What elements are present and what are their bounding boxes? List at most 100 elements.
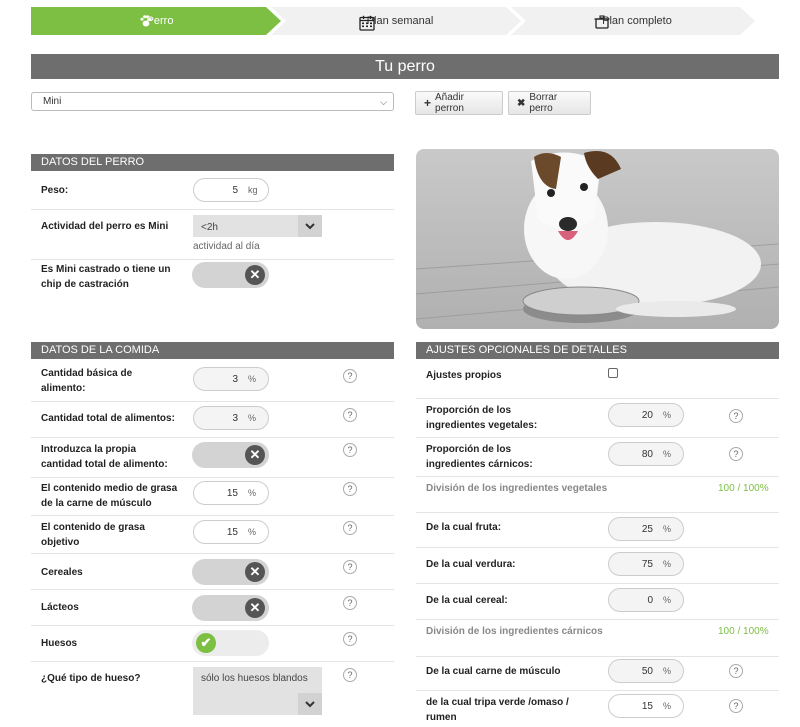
muscle-fat-input[interactable]: 15 % [193,481,269,505]
plus-icon: + [424,96,432,110]
muscle-fat-unit: % [248,488,257,498]
veg-proportion-input[interactable]: 20 % [608,403,684,427]
meat-proportion-label: Proporción de los ingredientes cárnicos: [426,444,533,470]
total-food-input[interactable]: 3 % [193,406,269,430]
close-icon: ✕ [245,445,265,465]
bones-toggle[interactable]: ✔ [192,630,269,656]
help-icon[interactable]: ? [343,482,357,496]
own-settings-checkbox[interactable] [608,368,618,378]
muscle-fat-value: 15 [226,487,238,499]
castrated-label: Es Mini castrado o tiene un chip de cast… [41,264,171,290]
cereal-label: De la cual cereal: [426,595,508,606]
activity-value: <2h [201,222,218,233]
veg-proportion-value: 20 [641,409,653,421]
bone-type-dropdown[interactable]: sólo los huesos blandos [193,667,322,715]
help-icon[interactable]: ? [343,596,357,610]
tripe-value: 15 [641,700,653,712]
delete-dog-button-label: Borrar perro [529,92,558,114]
meat-split-label: División de los ingredientes cárnicos [426,626,603,637]
cereal-input[interactable]: 0 % [608,588,684,612]
help-icon[interactable]: ? [343,443,357,457]
close-icon: ✕ [245,562,265,582]
help-icon[interactable]: ? [343,408,357,422]
food-row-label: Huesos [41,638,78,649]
food-row-label: Cantidad total de alimentos: [41,413,175,424]
castrated-toggle[interactable]: ✕ [192,262,269,288]
weight-unit: kg [248,185,258,195]
cereals-toggle[interactable]: ✕ [192,559,269,585]
help-icon[interactable]: ? [729,664,743,678]
vegetable-input[interactable]: 75 % [608,552,684,576]
chevron-down-icon [298,693,322,715]
food-row-label: ¿Qué tipo de hueso? [41,673,141,684]
muscle-input[interactable]: 50 % [608,659,684,683]
fruit-input[interactable]: 25 % [608,517,684,541]
dairy-toggle[interactable]: ✕ [192,595,269,621]
close-icon: ✖ [517,97,526,109]
vegetable-value: 75 [641,558,653,570]
help-icon[interactable]: ? [729,447,743,461]
cereal-unit: % [663,595,672,605]
help-icon[interactable]: ? [729,699,743,713]
dog-data-header: DATOS DEL PERRO [31,154,394,171]
basic-food-input[interactable]: 3 % [193,367,269,391]
vegetable-label: De la cual verdura: [426,559,516,570]
step-plan-completo-label: Plan completo [602,15,672,27]
chevron-down-icon: ⌵ [380,97,387,107]
meat-proportion-unit: % [663,449,672,459]
help-icon[interactable]: ? [729,409,743,423]
muscle-value: 50 [641,665,653,677]
page-title: Tu perro [31,54,779,79]
veg-split-label: División de los ingredientes vegetales [426,483,608,494]
cereal-value: 0 [647,594,653,606]
weight-value: 5 [232,184,238,196]
help-icon[interactable]: ? [343,369,357,383]
fruit-label: De la cual fruta: [426,522,502,533]
own-total-food-toggle[interactable]: ✕ [192,442,269,468]
help-icon[interactable]: ? [343,521,357,535]
food-row-label: Lácteos [41,602,79,613]
chevron-down-icon [298,215,322,237]
own-settings-label: Ajustes propios [426,370,502,381]
activity-hint: actividad al día [193,241,260,252]
total-food-unit: % [248,413,257,423]
muscle-unit: % [663,666,672,676]
dog-select[interactable]: Mini ⌵ [31,92,394,111]
muscle-label: De la cual carne de músculo [426,666,561,677]
dog-select-value: Mini [43,96,62,107]
veg-proportion-unit: % [663,410,672,420]
optional-settings-header: AJUSTES OPCIONALES DE DETALLES [416,342,779,359]
food-row-label: Cereales [41,567,83,578]
meat-proportion-input[interactable]: 80 % [608,442,684,466]
add-dog-button[interactable]: + Añadir perron [415,91,503,115]
fruit-unit: % [663,524,672,534]
tripe-unit: % [663,701,672,711]
activity-dropdown[interactable]: <2h [193,215,322,237]
dog-photo [416,149,779,329]
food-row-label: El contenido de grasa objetivo [41,522,145,548]
help-icon[interactable]: ? [343,632,357,646]
step-plan-completo[interactable]: Plan completo [511,7,755,35]
step-progress-bar: Perro Plan semanal Plan completo [31,7,755,35]
tripe-label: de la cual tripa verde /omaso / rumen [426,697,569,723]
basic-food-unit: % [248,374,257,384]
delete-dog-button[interactable]: ✖ Borrar perro [508,91,591,115]
help-icon[interactable]: ? [343,668,357,682]
veg-split-ratio: 100 / 100% [718,483,769,494]
step-plan-semanal-label: Plan semanal [366,15,434,27]
check-icon: ✔ [196,633,216,653]
target-fat-input[interactable]: 15 % [193,520,269,544]
step-plan-semanal[interactable]: Plan semanal [271,7,521,35]
tripe-input[interactable]: 15 % [608,694,684,718]
weight-label: Peso: [41,185,69,196]
weight-input[interactable]: 5 kg [193,178,269,202]
food-data-header: DATOS DE LA COMIDA [31,342,394,359]
step-perro[interactable]: Perro [31,7,281,35]
food-row-label: Cantidad básica de alimento: [41,368,133,394]
total-food-value: 3 [232,412,238,424]
basic-food-value: 3 [232,373,238,385]
meat-split-ratio: 100 / 100% [718,626,769,637]
target-fat-value: 15 [226,526,238,538]
bone-type-value: sólo los huesos blandos [201,673,308,684]
help-icon[interactable]: ? [343,560,357,574]
